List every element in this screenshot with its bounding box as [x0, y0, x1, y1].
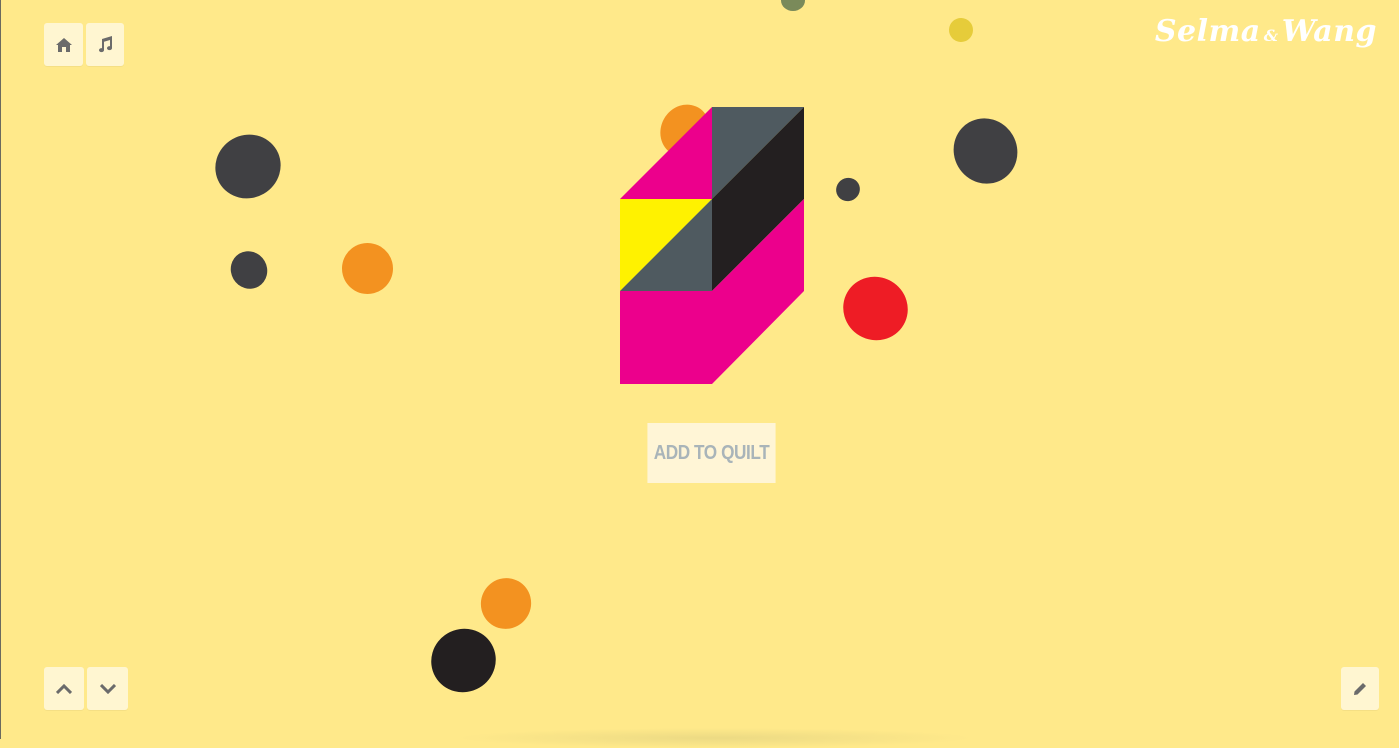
quilt-block[interactable] [620, 107, 804, 389]
next-button[interactable] [87, 667, 128, 710]
logo-ampersand: & [1263, 26, 1279, 45]
home-button[interactable] [44, 23, 83, 66]
decorative-dot [831, 173, 865, 206]
decorative-dot [471, 568, 541, 639]
previous-button[interactable] [44, 667, 84, 710]
quilt-piece-magenta-corner [712, 291, 804, 384]
music-note-icon [97, 36, 113, 53]
chevron-up-icon [56, 683, 72, 694]
decorative-dot [831, 264, 920, 353]
logo-first-name: Selma [1154, 14, 1261, 49]
brand-logo[interactable]: Selma & Wang [1155, 14, 1377, 49]
edit-button[interactable] [1341, 667, 1379, 710]
decorative-dot [781, 0, 805, 11]
music-button[interactable] [86, 23, 124, 66]
decorative-dot [203, 122, 293, 211]
pencil-icon [1353, 682, 1367, 696]
quilt-piece-magenta-bottom [620, 291, 712, 384]
decorative-dot [332, 233, 403, 304]
decorative-dot [941, 106, 1030, 196]
logo-last-name: Wang [1281, 14, 1377, 49]
decorative-dot [419, 616, 508, 705]
home-icon [55, 37, 72, 52]
chevron-down-icon [99, 683, 116, 694]
bottom-shadow [455, 728, 975, 748]
window-edge [0, 0, 1, 739]
decorative-dot [223, 244, 275, 296]
decorative-dot [945, 14, 977, 46]
add-to-quilt-button[interactable]: ADD TO QUILT [647, 423, 776, 483]
